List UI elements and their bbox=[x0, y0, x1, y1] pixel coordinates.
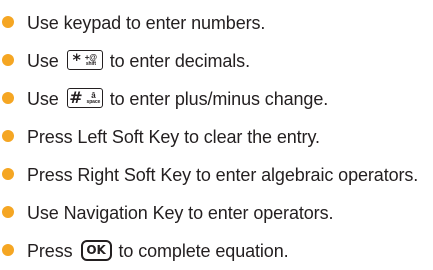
bullet-icon bbox=[2, 244, 14, 256]
item-text: Use Navigation Key to enter operators. bbox=[27, 202, 334, 223]
pound-space-key-icon: # â space bbox=[66, 88, 103, 108]
item-text-before: Use bbox=[27, 50, 59, 71]
bullet-icon bbox=[2, 54, 14, 66]
list-item-decimals: Use * +@ shift to enter decimals. bbox=[0, 42, 433, 80]
item-text-after: to complete equation. bbox=[118, 240, 289, 261]
key-sub-label: â space bbox=[86, 91, 101, 105]
list-item-clear-entry: Press Left Soft Key to clear the entry. bbox=[0, 118, 433, 156]
item-text-after: to enter decimals. bbox=[109, 50, 250, 71]
bullet-icon bbox=[2, 16, 14, 28]
key-sub-label: +@ shift bbox=[85, 53, 97, 67]
bullet-icon bbox=[2, 168, 14, 180]
key-sub-bottom: space bbox=[86, 98, 101, 105]
item-text: Press Right Soft Key to enter algebraic … bbox=[27, 164, 419, 185]
bullet-icon bbox=[2, 92, 14, 104]
bullet-icon bbox=[2, 130, 14, 142]
item-text-before: Use bbox=[27, 88, 59, 109]
item-text: Use keypad to enter numbers. bbox=[27, 12, 266, 33]
list-item-plus-minus: Use # â space to enter plus/minus change… bbox=[0, 80, 433, 118]
key-sub-bottom: shift bbox=[85, 60, 96, 67]
item-text: Press Left Soft Key to clear the entry. bbox=[27, 126, 320, 147]
bullet-icon bbox=[2, 206, 14, 218]
list-item-enter-numbers: Use keypad to enter numbers. bbox=[0, 4, 433, 42]
star-shift-key-icon: * +@ shift bbox=[66, 50, 103, 70]
key-main-glyph: # bbox=[69, 88, 83, 107]
list-item-navigation-operators: Use Navigation Key to enter operators. bbox=[0, 194, 433, 232]
ok-key-icon: OK bbox=[80, 239, 112, 261]
list-item-algebraic-operators: Press Right Soft Key to enter algebraic … bbox=[0, 156, 433, 194]
item-text-before: Press bbox=[27, 240, 73, 261]
instruction-list: Use keypad to enter numbers. Use * +@ sh… bbox=[0, 4, 433, 270]
list-item-complete-equation: Press OK to complete equation. bbox=[0, 232, 433, 270]
key-main-glyph: * bbox=[72, 50, 81, 69]
item-text-after: to enter plus/minus change. bbox=[109, 88, 329, 109]
